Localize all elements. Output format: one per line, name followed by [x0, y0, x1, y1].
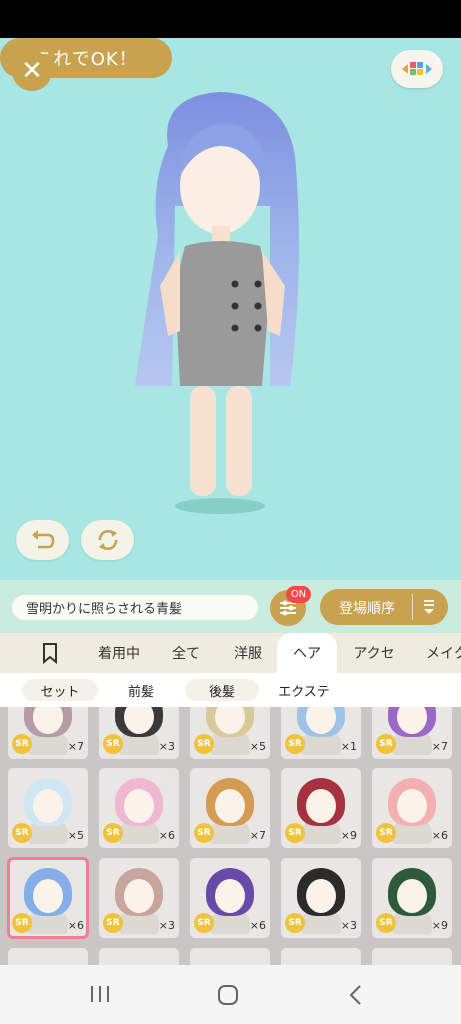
tab-all[interactable]: 全て — [160, 633, 212, 673]
hair-item-card[interactable] — [190, 948, 270, 965]
hair-item-card[interactable] — [372, 948, 452, 965]
item-thumbnail-face — [397, 879, 427, 913]
item-quantity: ×5 — [249, 740, 266, 753]
rarity-badge: SR — [376, 913, 396, 933]
rarity-badge: SR — [103, 913, 123, 933]
hair-item-card[interactable]: SR ×6 — [99, 768, 179, 848]
item-quantity: ×9 — [431, 919, 448, 932]
sort-order-icon[interactable] — [422, 598, 436, 616]
sort-divider — [412, 594, 413, 620]
hair-item-card[interactable]: SR ×7 — [8, 707, 88, 759]
subtab-extensions[interactable]: エクステ — [266, 679, 342, 701]
sort-button[interactable]: 登場順序 — [320, 589, 448, 625]
hair-item-card[interactable]: SR ×5 — [8, 768, 88, 848]
sort-label: 登場順序 — [339, 601, 395, 617]
rarity-badge: SR — [285, 913, 305, 933]
item-thumbnail-face — [215, 879, 245, 913]
tab-wearing[interactable]: 着用中 — [86, 633, 152, 673]
rarity-badge: SR — [376, 823, 396, 843]
search-input[interactable]: 雪明かりに照らされる青髪 — [12, 595, 258, 620]
hair-item-card[interactable]: SR ×3 — [99, 858, 179, 938]
bookmark-icon — [43, 643, 57, 664]
hair-item-card[interactable] — [281, 948, 361, 965]
character-preview: ✕ これでOK！ — [0, 38, 461, 580]
system-nav-bar — [0, 965, 461, 1024]
subtab-bangs[interactable]: 前髪 — [107, 679, 175, 701]
undo-button[interactable] — [16, 520, 69, 560]
subtab-back-hair[interactable]: 後髪 — [185, 679, 259, 701]
filter-on-badge: ON — [286, 586, 311, 603]
status-bar — [0, 0, 461, 38]
rarity-badge: SR — [12, 913, 32, 933]
item-quantity: ×5 — [67, 829, 84, 842]
back-icon[interactable] — [348, 984, 364, 1006]
tab-makeup[interactable]: メイク — [414, 633, 461, 673]
close-icon: ✕ — [21, 56, 43, 86]
rarity-badge: SR — [285, 823, 305, 843]
tab-accessories[interactable]: アクセ — [342, 633, 406, 673]
avatar-figure — [135, 92, 299, 514]
hair-item-card[interactable] — [8, 948, 88, 965]
item-quantity: ×7 — [431, 740, 448, 753]
refresh-icon — [98, 530, 117, 550]
item-quantity: ×3 — [158, 740, 175, 753]
rarity-badge: SR — [12, 823, 32, 843]
item-thumbnail-face — [306, 789, 336, 823]
hair-item-card[interactable] — [99, 948, 179, 965]
recent-apps-icon[interactable] — [89, 984, 111, 1004]
rarity-badge: SR — [103, 823, 123, 843]
item-quantity: ×9 — [340, 829, 357, 842]
home-icon[interactable] — [217, 984, 239, 1006]
item-quantity: ×7 — [67, 740, 84, 753]
item-thumbnail-face — [306, 879, 336, 913]
rarity-badge: SR — [285, 734, 305, 754]
subtab-set[interactable]: セット — [22, 679, 98, 701]
search-row: 雪明かりに照らされる青髪 ON 登場順序 — [0, 580, 461, 633]
item-thumbnail-face — [33, 879, 63, 913]
item-thumbnail-face — [215, 789, 245, 823]
hair-item-card[interactable]: SR ×7 — [372, 707, 452, 759]
rarity-badge: SR — [194, 823, 214, 843]
hair-item-card[interactable]: SR ×5 — [190, 707, 270, 759]
tab-clothes[interactable]: 洋服 — [222, 633, 274, 673]
item-quantity: ×6 — [67, 919, 84, 932]
rarity-badge: SR — [12, 734, 32, 754]
rarity-badge: SR — [194, 734, 214, 754]
rarity-badge: SR — [194, 913, 214, 933]
hair-item-card[interactable]: SR ×6 — [372, 768, 452, 848]
category-tabs: 着用中 全て 洋服 ヘア アクセ メイク — [0, 633, 461, 673]
item-quantity: ×6 — [158, 829, 175, 842]
hair-item-card[interactable]: SR ×1 — [281, 707, 361, 759]
tab-hair[interactable]: ヘア — [277, 633, 337, 673]
hair-item-card[interactable]: SR ×9 — [281, 768, 361, 848]
randomize-button[interactable] — [81, 520, 134, 560]
hair-item-card[interactable]: SR ×6 — [7, 857, 89, 939]
palette-icon — [402, 62, 432, 75]
hair-item-card[interactable]: SR ×9 — [372, 858, 452, 938]
item-quantity: ×3 — [340, 919, 357, 932]
hair-item-card[interactable]: SR ×6 — [190, 858, 270, 938]
close-button[interactable]: ✕ — [12, 51, 52, 91]
item-thumbnail-face — [124, 789, 154, 823]
hair-subtabs: セット 前髪 後髪 エクステ — [0, 673, 461, 707]
search-input-value: 雪明かりに照らされる青髪 — [26, 602, 183, 617]
item-thumbnail-face — [124, 879, 154, 913]
rarity-badge: SR — [103, 734, 123, 754]
item-quantity: ×7 — [249, 829, 266, 842]
item-quantity: ×3 — [158, 919, 175, 932]
item-grid: SR ×7 SR ×3 SR ×5 SR ×1 SR ×7 SR ×5 SR ×6 SR ×7 SR ×9 SR ×6… — [0, 707, 461, 965]
item-thumbnail-face — [33, 789, 63, 823]
hair-item-card[interactable]: SR ×3 — [281, 858, 361, 938]
tab-bookmark[interactable] — [28, 633, 72, 673]
hair-item-card[interactable]: SR ×3 — [99, 707, 179, 759]
hair-item-card[interactable]: SR ×7 — [190, 768, 270, 848]
rarity-badge: SR — [376, 734, 396, 754]
palette-button[interactable] — [391, 50, 443, 88]
item-quantity: ×6 — [431, 829, 448, 842]
undo-icon — [31, 530, 54, 549]
item-quantity: ×6 — [249, 919, 266, 932]
item-quantity: ×1 — [340, 740, 357, 753]
item-thumbnail-face — [397, 789, 427, 823]
